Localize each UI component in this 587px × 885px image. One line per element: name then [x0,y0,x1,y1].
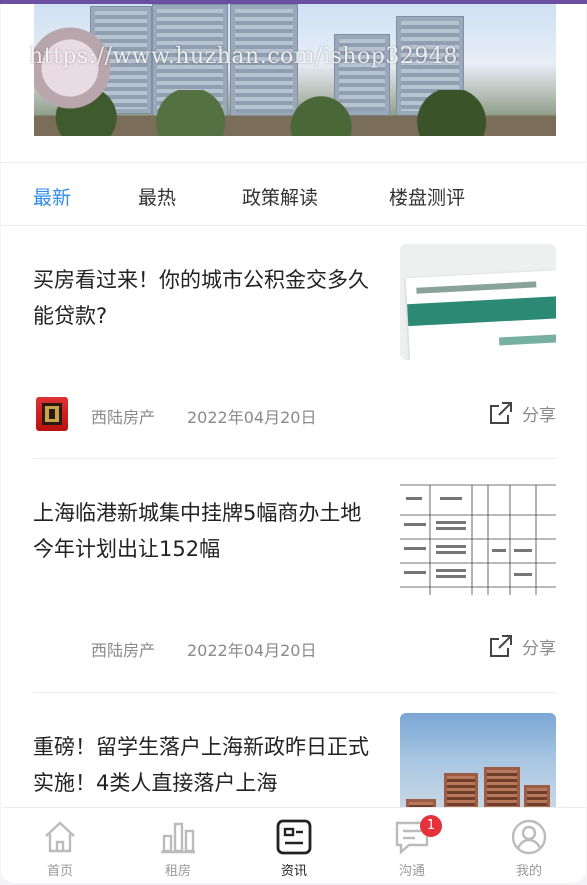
share-icon [490,402,512,424]
article-thumbnail[interactable] [400,713,556,807]
building-shape [524,785,550,807]
app-frame: https://www.huzhan.com/ishop32948 最新 最热 … [1,4,586,883]
tab-hottest[interactable]: 最热 [138,183,176,210]
nav-label: 租房 [164,864,191,879]
news-icon [276,819,312,855]
banner-image[interactable] [34,4,556,136]
article-meta: 西陆房产 2022年04月20日 分享 [33,397,556,431]
article-card[interactable]: 买房看过来！你的城市公积金交多久能贷款? 西陆房产 2022年04月20日 分享 [1,226,586,458]
article-date: 2022年04月20日 [187,408,317,427]
building-shape [406,799,436,807]
nav-label: 沟通 [398,864,425,879]
thumbnail-table-shape [400,484,556,595]
nav-profile[interactable]: 我的 [489,818,569,879]
home-icon [45,821,75,853]
article-source: 西陆房产 [91,408,156,427]
share-button[interactable]: 分享 [488,633,556,659]
user-icon [511,819,547,855]
nav-chat[interactable]: 1 沟通 [372,815,452,879]
article-title[interactable]: 重磅！留学生落户上海新政昨日正式实施！4类人直接落户上海 [33,729,378,801]
building-shape [444,773,478,807]
nav-label: 我的 [515,864,542,879]
tab-property-review[interactable]: 楼盘测评 [389,183,465,210]
bottom-navigation: 首页 租房 资讯 1 沟通 我的 [1,807,586,883]
article-title[interactable]: 买房看过来！你的城市公积金交多久能贷款? [33,262,378,334]
share-icon [490,635,512,657]
banner-watermark: https://www.huzhan.com/ishop32948 [29,44,458,69]
share-label: 分享 [522,638,556,659]
article-card[interactable]: 重磅！留学生落户上海新政昨日正式实施！4类人直接落户上海 [1,693,586,807]
category-tabs: 最新 最热 政策解读 楼盘测评 [1,162,586,226]
article-title[interactable]: 上海临港新城集中挂牌5幅商办土地 今年计划出让152幅 [33,495,378,567]
building-shape [484,767,520,807]
article-meta: 西陆房产 2022年04月20日 分享 [33,630,556,664]
blossom-tree-shape [34,24,124,134]
article-thumbnail[interactable] [400,479,556,595]
thumbnail-document-shape [405,269,556,360]
thumbnail-text-line [416,281,537,294]
thumbnail-band [407,295,556,327]
nav-label: 资讯 [280,864,307,879]
nav-news[interactable]: 资讯 [254,818,334,879]
article-date: 2022年04月20日 [187,641,317,660]
thumbnail-text-line [498,334,556,346]
nav-rent[interactable]: 租房 [138,818,218,879]
nav-label: 首页 [46,864,73,879]
unread-badge: 1 [420,815,442,837]
source-avatar [36,397,68,431]
tab-policy[interactable]: 政策解读 [242,183,318,210]
article-thumbnail[interactable] [400,244,556,360]
bar-chart-icon [161,822,195,854]
share-button[interactable]: 分享 [488,400,556,426]
nav-home[interactable]: 首页 [20,818,100,879]
share-label: 分享 [522,405,556,426]
tab-latest[interactable]: 最新 [33,183,71,210]
article-source: 西陆房产 [91,641,156,660]
article-card[interactable]: 上海临港新城集中挂牌5幅商办土地 今年计划出让152幅 西陆房产 2022年04… [1,459,586,691]
